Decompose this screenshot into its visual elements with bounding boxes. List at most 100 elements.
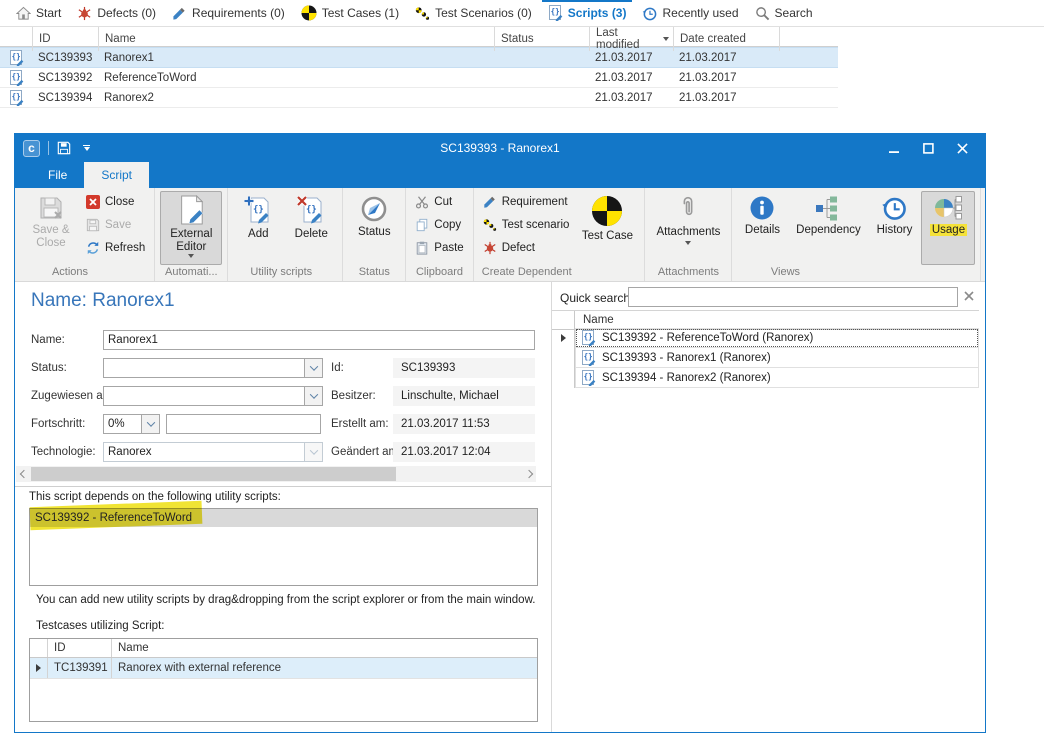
list-item[interactable]: {} SC139393 - Ranorex1 (Ranorex) (552, 348, 979, 368)
col-last-modified[interactable]: Last modified (589, 27, 673, 51)
scripts-table-header: ID Name Status Last modified Date create… (0, 27, 838, 47)
combo-arrow-icon[interactable] (304, 387, 322, 405)
history-icon (642, 6, 657, 21)
list-item[interactable]: {} SC139392 - ReferenceToWord (Ranorex) (552, 328, 979, 348)
tab-label: Test Scenarios (0) (435, 6, 532, 20)
tab-start[interactable]: Start (8, 0, 69, 27)
testcases-table-header: ID Name (30, 639, 537, 658)
tab-file[interactable]: File (31, 162, 84, 188)
copy-button[interactable]: Copy (411, 214, 467, 235)
window-controls (887, 141, 977, 155)
list-item[interactable]: {} SC139394 - Ranorex2 (Ranorex) (552, 368, 979, 388)
tab-test-cases[interactable]: Test Cases (1) (293, 0, 407, 27)
window-content: Name: Ranorex1 Name: Status: Id: SC13939… (15, 282, 985, 732)
scroll-left-icon[interactable] (16, 466, 31, 482)
script-icon: {} (9, 50, 24, 66)
create-requirement-button[interactable]: Requirement (479, 191, 574, 212)
create-test-scenario-button[interactable]: Test scenario (479, 214, 574, 235)
tab-label: Scripts (3) (568, 6, 627, 20)
save-and-close-button[interactable]: Save & Close (22, 191, 80, 265)
delete-script-icon: {} (297, 195, 325, 225)
history-icon (881, 195, 907, 221)
script-icon: {} (9, 90, 24, 106)
script-editor-window: c SC139393 - Ranorex1 File Script S (14, 133, 986, 733)
utility-script-item[interactable]: SC139392 - ReferenceToWord (30, 509, 537, 527)
progress-extra-input[interactable] (166, 414, 321, 434)
script-icon: {} (581, 330, 596, 346)
tab-label: Requirements (0) (192, 6, 285, 20)
quick-access-customize-icon[interactable] (83, 145, 90, 151)
tab-recently-used[interactable]: Recently used (634, 0, 746, 27)
cell-date-created: 21.03.2017 (673, 52, 779, 64)
quick-save-icon[interactable] (57, 141, 71, 155)
col-name[interactable]: Name (111, 639, 537, 657)
col-name[interactable]: Name (98, 27, 494, 51)
create-test-case-button[interactable]: Test Case (575, 191, 639, 265)
status-select[interactable] (103, 358, 323, 378)
col-status[interactable]: Status (494, 27, 589, 51)
save-button[interactable]: Save (82, 214, 149, 235)
paste-button[interactable]: Paste (411, 237, 467, 258)
dependency-view-button[interactable]: Dependency (789, 191, 867, 265)
combo-arrow-icon[interactable] (304, 359, 322, 377)
table-row[interactable]: {} SC139392 ReferenceToWord 21.03.2017 2… (0, 68, 838, 88)
col-date-created[interactable]: Date created (673, 27, 779, 51)
usage-view-button[interactable]: Usage (921, 191, 975, 265)
tab-scripts[interactable]: {} Scripts (3) (540, 0, 635, 27)
combo-arrow-icon[interactable] (141, 415, 159, 433)
minimize-button[interactable] (887, 141, 901, 155)
status-button[interactable]: Status (348, 191, 400, 265)
quick-search-input[interactable] (628, 287, 958, 307)
delete-utility-script-button[interactable]: {} Delete (285, 191, 337, 265)
name-input[interactable] (103, 330, 535, 350)
script-icon: {} (9, 70, 24, 86)
scroll-right-icon[interactable] (521, 466, 536, 482)
svg-text:{}: {} (306, 205, 317, 215)
technology-select[interactable]: Ranorex (103, 442, 323, 462)
progress-select[interactable]: 0% (103, 414, 160, 434)
svg-text:{}: {} (253, 205, 264, 215)
col-id[interactable]: ID (47, 639, 111, 657)
clear-search-icon[interactable] (964, 291, 974, 301)
main-tab-strip: Start Defects (0) Requirements (0) Test … (0, 0, 1044, 27)
name-label: Name: (31, 333, 65, 347)
ribbon-group-status: Status Status (343, 188, 406, 281)
cut-button[interactable]: Cut (411, 191, 467, 212)
create-defect-button[interactable]: Defect (479, 237, 574, 258)
external-editor-button[interactable]: External Editor (160, 191, 222, 265)
details-view-button[interactable]: Details (737, 191, 787, 265)
refresh-button[interactable]: Refresh (82, 237, 149, 258)
tab-defects[interactable]: Defects (0) (69, 0, 164, 27)
requirement-pencil-icon (172, 6, 187, 21)
usage-icon (934, 195, 962, 221)
assigned-select[interactable] (103, 386, 323, 406)
tab-requirements[interactable]: Requirements (0) (164, 0, 293, 27)
copy-icon (415, 218, 429, 232)
tab-test-scenarios[interactable]: Test Scenarios (0) (407, 0, 540, 27)
horizontal-scrollbar[interactable] (16, 466, 536, 482)
close-button[interactable]: Close (82, 191, 149, 212)
attachments-button[interactable]: Attachments (650, 191, 726, 265)
history-view-button[interactable]: History (869, 191, 919, 265)
close-window-button[interactable] (955, 141, 969, 155)
record-heading: Name: Ranorex1 (31, 290, 175, 312)
save-close-icon (38, 195, 64, 221)
testcase-row[interactable]: TC139391 Ranorex with external reference (30, 658, 537, 679)
row-indicator-icon (36, 664, 41, 672)
tab-search[interactable]: Search (747, 0, 821, 27)
defect-icon (483, 241, 497, 255)
scrollbar-thumb[interactable] (31, 467, 396, 481)
icon-column-header[interactable] (0, 27, 32, 51)
cell-name: Ranorex with external reference (111, 658, 537, 678)
title-bar[interactable]: c SC139393 - Ranorex1 (15, 134, 985, 162)
group-label: Status (346, 265, 402, 281)
paperclip-icon (678, 195, 698, 223)
add-utility-script-button[interactable]: {} Add (233, 191, 283, 265)
col-name[interactable]: Name (575, 314, 614, 326)
table-row[interactable]: {} SC139394 Ranorex2 21.03.2017 21.03.20… (0, 88, 838, 108)
svg-text:{}: {} (11, 52, 20, 61)
col-id[interactable]: ID (32, 27, 98, 51)
maximize-button[interactable] (921, 141, 935, 155)
tab-script[interactable]: Script (84, 162, 149, 188)
sort-desc-icon (663, 37, 669, 41)
